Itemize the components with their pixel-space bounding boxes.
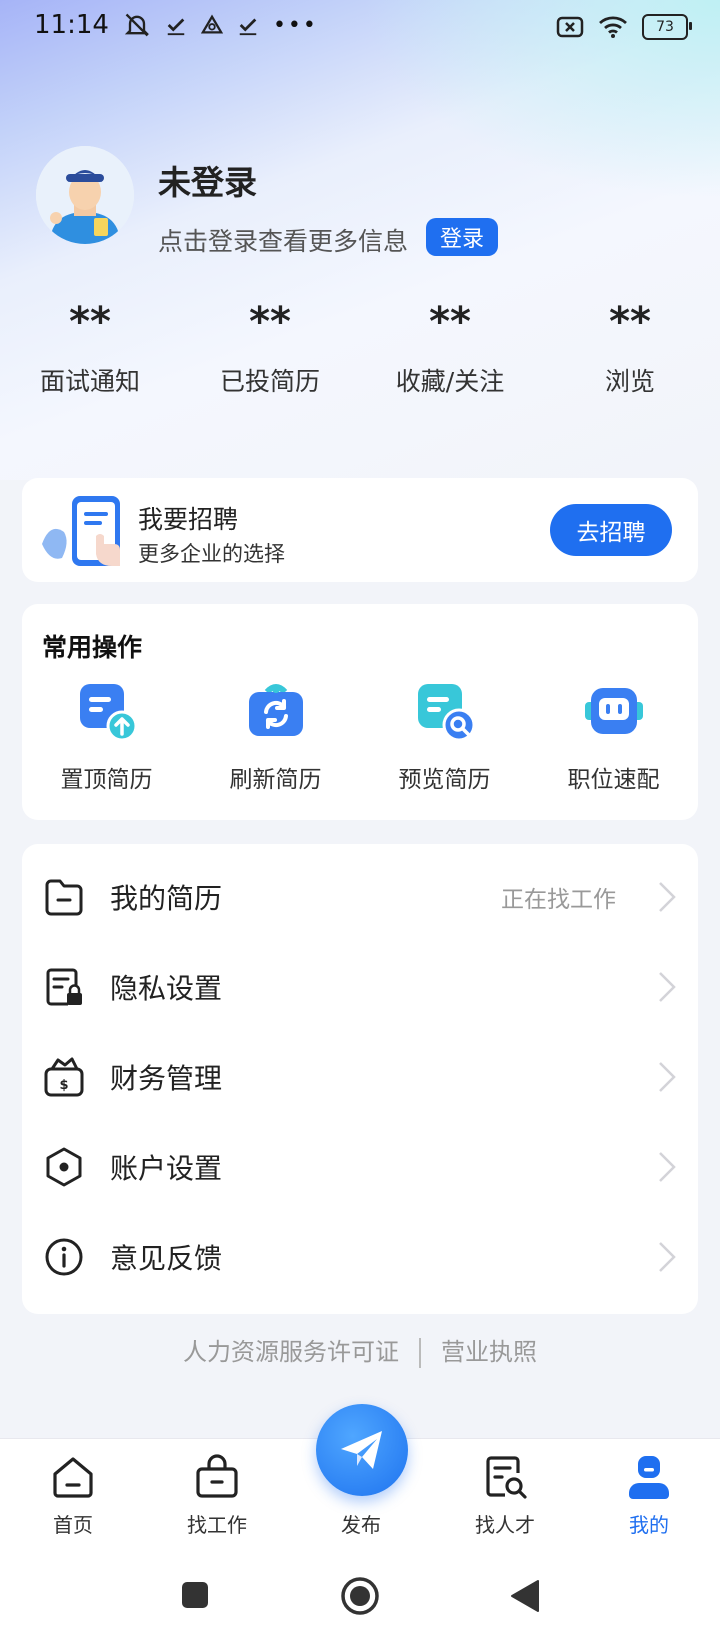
stat-value: ** [429,299,471,345]
login-hint[interactable]: 点击登录查看更多信息 [158,222,408,258]
tab-label: 找人才 [475,1513,535,1537]
menu-label: 账户设置 [110,1152,223,1185]
op-label: 职位速配 [567,767,660,793]
job-status-text: 正在找工作 [501,887,616,913]
avatar-illustration [36,146,134,244]
mute-bell-icon [124,13,150,37]
folder-icon [45,879,83,916]
stat-label: 已投简历 [219,367,320,396]
recruit-title: 我要招聘 [138,505,239,534]
tab-find-job[interactable]: 找工作 [162,1439,272,1538]
tab-mine[interactable]: 我的 [594,1439,704,1538]
back-nav-icon[interactable] [508,1578,542,1614]
recruit-card[interactable]: 我要招聘 更多企业的选择 去招聘 [22,478,698,582]
menu-card: 我的简历 正在找工作 隐私设置 $ 财务管理 账户设置 意见反馈 [22,844,698,1314]
op-label: 置顶简历 [60,767,153,793]
tab-label: 发布 [341,1513,381,1537]
hexagon-settings-icon [46,1147,82,1187]
menu-item-my-resume[interactable]: 我的简历 正在找工作 [22,852,698,942]
check-icon [239,18,257,36]
info-icon [45,1238,83,1276]
home-nav-icon[interactable] [340,1576,380,1616]
tab-home[interactable]: 首页 [18,1439,128,1538]
common-ops-card: 常用操作 置顶简历 刷新简历 预览简历 职位速配 [22,604,698,820]
paper-plane-icon [341,1431,382,1469]
op-refresh-resume[interactable]: 刷新简历 [191,680,360,794]
chevron-right-icon [659,1152,676,1182]
stat-label: 收藏/关注 [395,367,505,396]
stat-views[interactable]: ** 浏览 [540,290,720,398]
menu-label: 我的简历 [110,882,223,915]
chevron-right-icon [659,1242,676,1272]
system-nav-bar [0,1552,720,1650]
tab-label: 首页 [53,1513,93,1537]
user-name[interactable]: 未登录 [158,156,257,204]
footer-divider [419,1338,421,1368]
svg-text:$: $ [59,1078,68,1093]
op-label: 刷新简历 [229,767,322,793]
more-dots-icon: ••• [272,12,318,38]
common-ops-title: 常用操作 [42,633,143,662]
chevron-right-icon [659,972,676,1002]
stat-value: ** [609,299,651,345]
briefcase-icon [196,1454,238,1498]
recruit-subtitle: 更多企业的选择 [138,542,285,566]
footer-links: 人力资源服务许可证 营业执照 [0,1332,720,1368]
stat-interview[interactable]: ** 面试通知 [0,290,180,398]
op-pin-resume[interactable]: 置顶简历 [22,680,191,794]
menu-item-account[interactable]: 账户设置 [22,1122,698,1212]
home-icon [53,1457,93,1498]
wallet-icon: $ [44,1057,84,1097]
triangle-icon [200,14,223,34]
status-bar: 11:14 ••• [34,10,318,40]
business-license-link[interactable]: 营业执照 [441,1338,537,1366]
stat-value: ** [249,299,291,345]
op-job-match[interactable]: 职位速配 [529,680,698,794]
recruit-phone-icon [42,496,120,566]
menu-item-finance[interactable]: $ 财务管理 [22,1032,698,1122]
op-preview-resume[interactable]: 预览简历 [360,680,529,794]
op-label: 预览简历 [398,767,491,793]
tab-label: 我的 [629,1513,669,1537]
wifi-icon [599,16,627,38]
login-button[interactable]: 登录 [426,218,498,256]
menu-label: 隐私设置 [110,972,223,1005]
stat-applied[interactable]: ** 已投简历 [180,290,360,398]
battery-level: 73 [656,19,674,35]
resume-top-icon [79,684,137,742]
tab-find-talent[interactable]: 找人才 [450,1439,560,1538]
chevron-right-icon [659,1062,676,1092]
go-recruit-button[interactable]: 去招聘 [550,504,672,556]
avatar[interactable] [36,146,134,244]
privacy-lock-icon [46,968,82,1006]
resume-refresh-icon [248,684,303,736]
publish-fab-button[interactable] [316,1404,408,1496]
menu-label: 意见反馈 [110,1242,223,1275]
menu-item-feedback[interactable]: 意见反馈 [22,1212,698,1302]
stat-label: 面试通知 [39,367,140,396]
user-icon [629,1456,669,1499]
chevron-right-icon [659,882,676,912]
stats-row: ** 面试通知 ** 已投简历 ** 收藏/关注 ** 浏览 [0,290,720,398]
recent-apps-icon[interactable] [180,1580,210,1610]
hr-license-link[interactable]: 人力资源服务许可证 [183,1338,399,1366]
sim-error-icon [556,16,584,38]
battery-indicator: 73 [642,14,692,40]
status-time: 11:14 [34,10,109,40]
menu-item-privacy[interactable]: 隐私设置 [22,942,698,1032]
stat-label: 浏览 [604,367,655,396]
menu-label: 财务管理 [110,1062,223,1095]
stat-favorites[interactable]: ** 收藏/关注 [360,290,540,398]
tab-label: 找工作 [187,1513,247,1537]
stat-value: ** [69,299,111,345]
resume-preview-icon [417,684,475,742]
job-match-icon [584,688,643,734]
status-bar-right: 73 [556,14,692,40]
check-icon [167,18,185,36]
talent-search-icon [486,1456,527,1499]
common-ops-grid: 置顶简历 刷新简历 预览简历 职位速配 [22,680,698,794]
